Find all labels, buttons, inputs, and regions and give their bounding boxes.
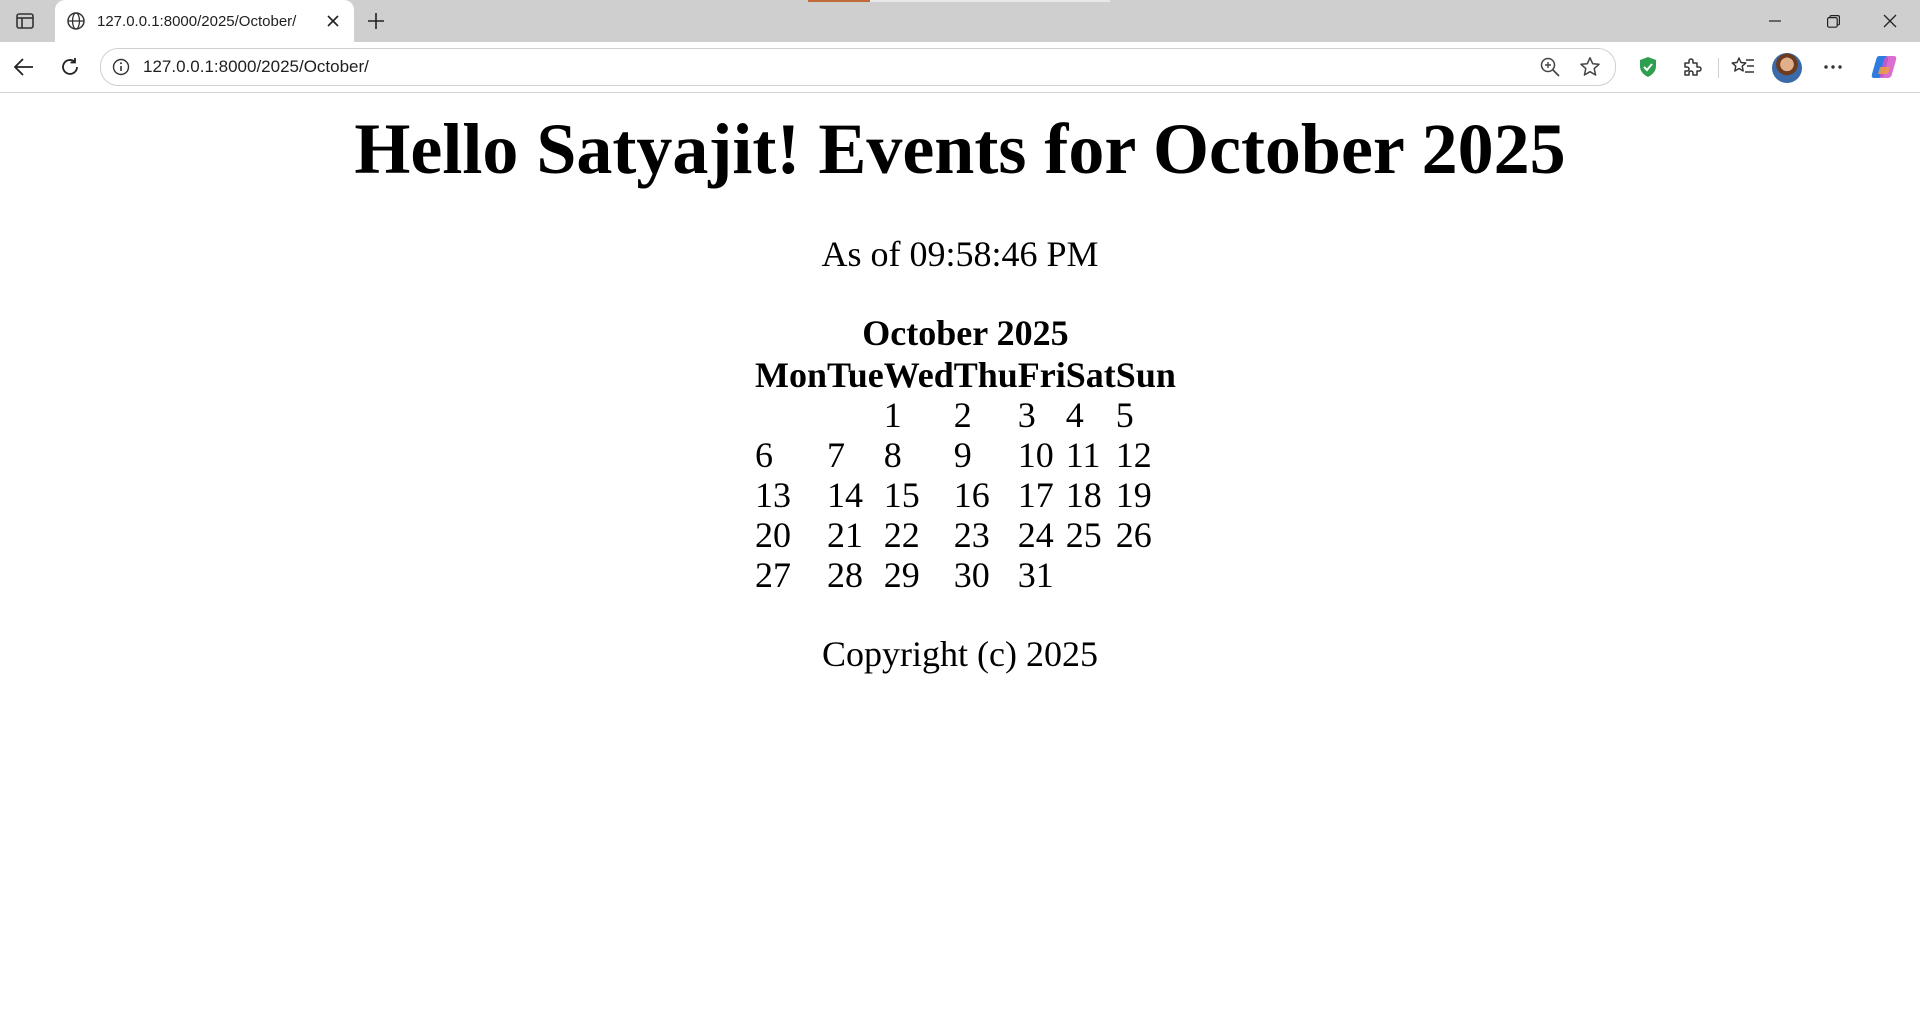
calendar-day-cell: 20: [755, 515, 791, 555]
calendar-day-cell: 3: [1017, 395, 1036, 435]
calendar-day-cell: [755, 395, 827, 435]
calendar-day-cell: 17: [1017, 475, 1054, 515]
calendar-day-cell: 2: [953, 395, 972, 435]
calendar-day-cell: 5: [1115, 395, 1134, 435]
calendar-day-cell: [1116, 555, 1176, 595]
calendar-day-cell: 6: [755, 435, 773, 475]
calendar-day-cell: 31: [1017, 555, 1054, 595]
calendar-day-cell: 1: [883, 395, 902, 435]
close-window-button[interactable]: [1862, 0, 1918, 42]
calendar-caption: October 2025: [862, 313, 1069, 353]
settings-more-button[interactable]: [1817, 51, 1849, 83]
calendar-day-cell: 21: [827, 515, 863, 555]
plus-icon: [368, 13, 384, 29]
minimize-icon: [1769, 20, 1781, 22]
toolbar-divider: [1718, 58, 1719, 78]
minimize-button[interactable]: [1747, 0, 1803, 42]
calendar-day-cell: 27: [755, 555, 791, 595]
favorites-button[interactable]: [1727, 51, 1759, 83]
calendar-week-row: 1 2 345: [755, 395, 1176, 435]
weekday-mon: Mon: [755, 355, 827, 395]
calendar-day-cell: 11: [1065, 435, 1101, 475]
address-bar[interactable]: 127.0.0.1:8000/2025/October/: [100, 48, 1616, 86]
tab-actions-button[interactable]: [10, 8, 40, 34]
more-dots-icon: [1824, 65, 1842, 69]
calendar-week-row: 20 21 22 23 24 25 26: [755, 515, 1176, 555]
calendar-day-cell: 29: [883, 555, 920, 595]
reload-button[interactable]: [54, 51, 86, 83]
close-tab-icon[interactable]: [320, 8, 346, 34]
browser-toolbar: 127.0.0.1:8000/2025/October/: [0, 42, 1920, 93]
calendar-day-cell: 19: [1115, 475, 1152, 515]
active-tab[interactable]: 127.0.0.1:8000/2025/October/: [55, 0, 354, 42]
page-content: Hello Satyajit! Events for October 2025 …: [0, 93, 1920, 1027]
back-arrow-icon: [14, 58, 33, 76]
calendar-day-cell: 14: [827, 475, 863, 515]
weekday-thu: Thu: [953, 355, 1018, 395]
back-button[interactable]: [8, 51, 40, 83]
calendar-day-cell: 9: [953, 435, 972, 475]
weekday-fri: Fri: [1017, 355, 1066, 395]
month-calendar: October 2025 Mon Tue Wed Thu Fri Sat Sun…: [755, 315, 1176, 595]
calendar-body: 1 2 3 4 5 6 7 8 9 10 11 12 13 14 15 16 17 18 19 20 21 22 23 24 2…: [755, 395, 1176, 595]
favorite-star-icon[interactable]: [1579, 56, 1601, 78]
weekday-tue: Tue: [827, 355, 884, 395]
calendar-day-cell: 10: [1017, 435, 1054, 475]
reload-icon: [62, 58, 78, 75]
calendar-day-cell: 4: [1065, 395, 1084, 435]
restore-icon: [1826, 14, 1840, 28]
profile-avatar[interactable]: [1772, 53, 1802, 83]
extension-shield-button[interactable]: [1632, 51, 1664, 83]
calendar-day-cell: 26: [1115, 515, 1152, 555]
url-text[interactable]: 127.0.0.1:8000/2025/October/: [143, 57, 369, 77]
as-of-time: As of 09:58:46 PM: [821, 234, 1099, 274]
tab-strip: 127.0.0.1:8000/2025/October/: [0, 0, 1920, 42]
copilot-icon: [1871, 56, 1897, 78]
calendar-day-cell: 24: [1017, 515, 1054, 555]
calendar-day-cell: 22: [883, 515, 920, 555]
restore-button[interactable]: [1805, 0, 1861, 42]
weekday-sun: Sun: [1115, 355, 1176, 395]
shield-check-icon: [1640, 57, 1656, 77]
calendar-day-cell: 25: [1065, 515, 1102, 555]
calendar-day-cell: 12: [1115, 435, 1152, 475]
calendar-week-row: 13 14 15 16 17 18 19: [755, 475, 1176, 515]
weekday-sat: Sat: [1065, 355, 1116, 395]
tab-strip-highlight: [870, 0, 1110, 2]
calendar-day-cell: 23: [953, 515, 990, 555]
zoom-icon[interactable]: [1539, 56, 1561, 78]
weekday-header-row: Mon Tue Wed Thu Fri Sat Sun: [755, 355, 1176, 395]
new-tab-button[interactable]: [362, 7, 390, 35]
favorites-list-icon: [1731, 57, 1754, 73]
calendar-day-cell: 7: [827, 435, 845, 475]
calendar-day-cell: 15: [883, 475, 920, 515]
calendar-day-cell: 13: [755, 475, 791, 515]
calendar-week-row: 27 28 29 30 31: [755, 555, 1176, 595]
calendar-day-cell: [827, 395, 884, 435]
puzzle-icon: [1684, 58, 1702, 76]
site-info-icon[interactable]: [111, 57, 131, 77]
sidebar-panel-icon: [16, 13, 34, 29]
tab-title: 127.0.0.1:8000/2025/October/: [97, 12, 297, 30]
calendar-day-cell: 18: [1065, 475, 1102, 515]
calendar-day-cell: 28: [827, 555, 863, 595]
copyright-footer: Copyright (c) 2025: [822, 634, 1098, 674]
close-icon: [1883, 14, 1897, 28]
copilot-button[interactable]: [1868, 51, 1900, 83]
calendar-day-cell: 30: [953, 555, 990, 595]
calendar-day-cell: [1066, 555, 1116, 595]
extensions-button[interactable]: [1676, 51, 1708, 83]
tab-strip-accent: [808, 0, 870, 2]
page-heading: Hello Satyajit! Events for October 2025: [354, 109, 1566, 189]
calendar-week-row: 6 7 8 9 10 11 12: [755, 435, 1176, 475]
calendar-day-cell: 16: [953, 475, 990, 515]
calendar-day-cell: 8: [883, 435, 902, 475]
globe-icon: [65, 10, 87, 32]
weekday-wed: Wed: [883, 355, 954, 395]
